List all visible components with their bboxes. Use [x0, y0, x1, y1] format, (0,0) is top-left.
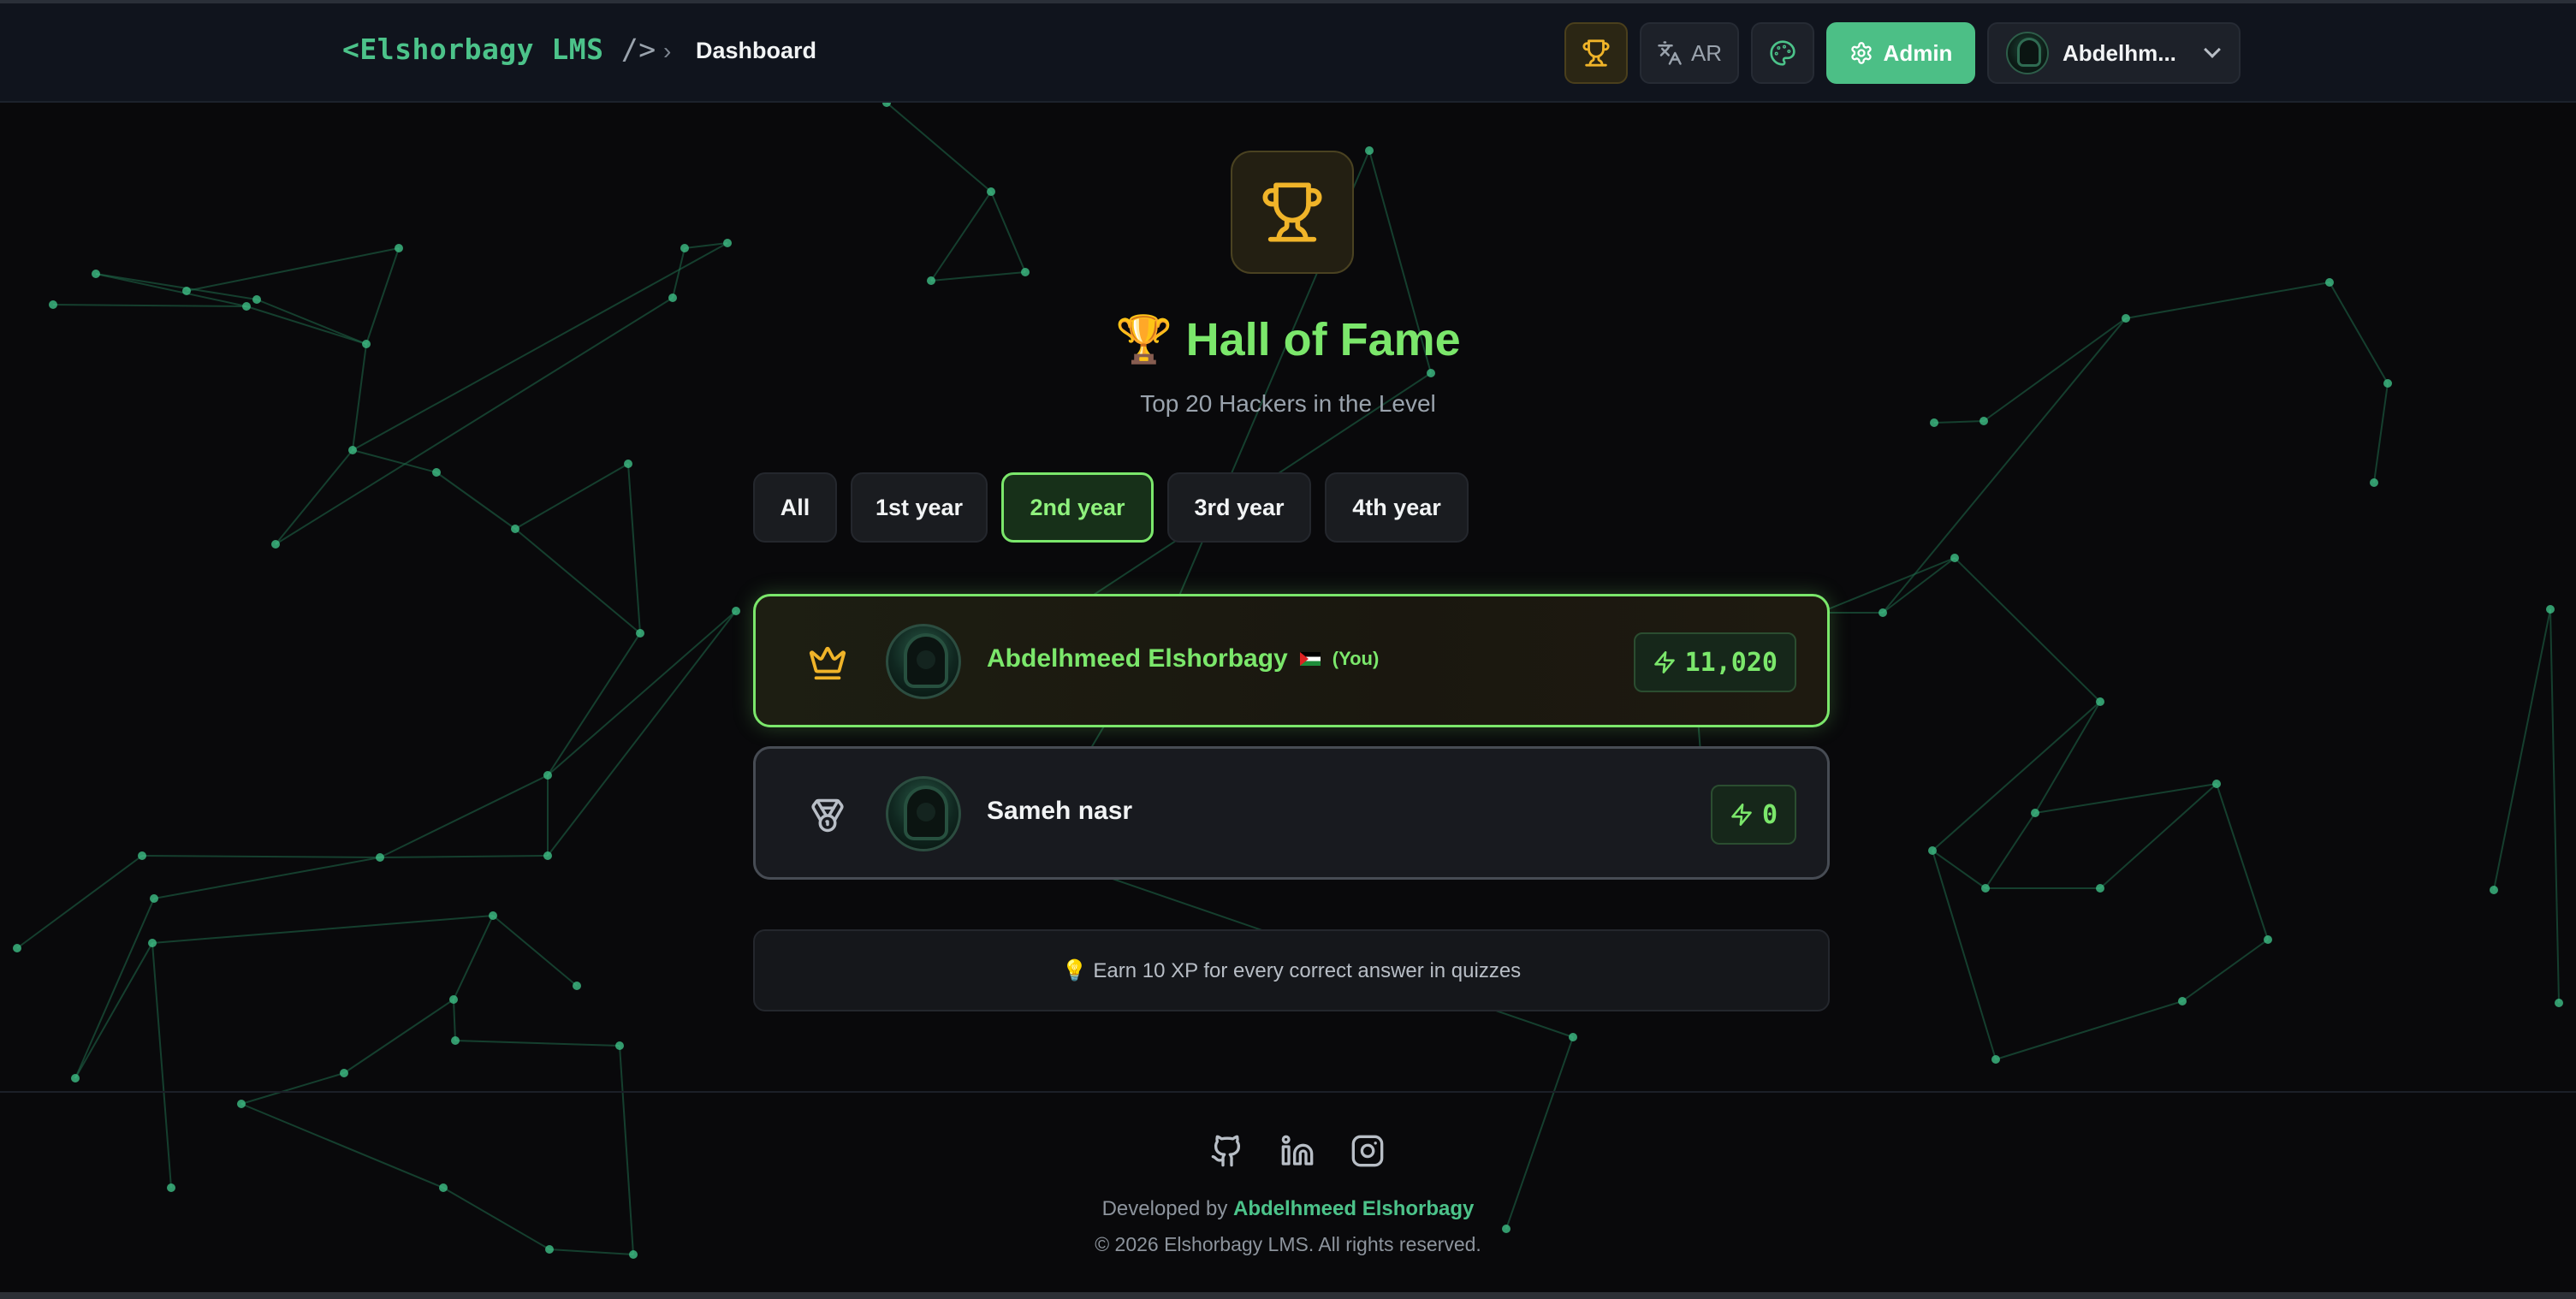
- lightning-icon: [1653, 651, 1675, 673]
- app-root: <Elshorbagy LMS /> › Dashboard AR Admin …: [0, 0, 2576, 1299]
- crown-icon: [804, 639, 852, 687]
- xp-value: 0: [1761, 799, 1778, 830]
- page-subtitle: Top 20 Hackers in the Level: [1140, 390, 1436, 417]
- year-filter-tabs: All 1st year 2nd year 3rd year 4th year: [753, 472, 1469, 543]
- theme-button[interactable]: [1751, 22, 1814, 84]
- player-name: Sameh nasr: [987, 797, 1133, 825]
- player-name-row: Abdelhmeed Elshorbagy (You): [987, 644, 1379, 673]
- user-name: Abdelhm...: [2063, 39, 2176, 66]
- top-navbar: <Elshorbagy LMS /> › Dashboard AR Admin …: [0, 0, 2576, 103]
- you-badge: (You): [1332, 648, 1380, 669]
- brand-close-tag: />: [603, 33, 656, 66]
- medal-icon: [804, 792, 852, 839]
- lightning-icon: [1731, 804, 1752, 826]
- leaderboard-button[interactable]: [1564, 22, 1628, 84]
- avatar: [886, 776, 961, 851]
- tab-1st-year[interactable]: 1st year: [851, 472, 988, 543]
- social-links: [1205, 1129, 1390, 1173]
- palette-icon: [1770, 40, 1795, 66]
- breadcrumb-separator: ›: [663, 38, 672, 64]
- window-top-strip: [0, 0, 2576, 3]
- xp-badge: 11,020: [1633, 632, 1796, 692]
- breadcrumb-current[interactable]: Dashboard: [696, 38, 816, 64]
- trophy-icon: [1262, 182, 1322, 242]
- avatar: [2006, 32, 2049, 74]
- xp-value: 11,020: [1684, 647, 1778, 678]
- developer-credit: Developed by Abdelhmeed Elshorbagy: [0, 1197, 2576, 1221]
- brand-name: <Elshorbagy LMS: [342, 33, 604, 66]
- hero-trophy-badge: [1231, 151, 1354, 274]
- developer-link[interactable]: Abdelhmeed Elshorbagy: [1233, 1197, 1474, 1220]
- avatar: [886, 624, 961, 699]
- leaderboard-row[interactable]: Abdelhmeed Elshorbagy (You) 11,020: [753, 594, 1830, 727]
- gear-icon: [1850, 42, 1872, 64]
- main-content: 🏆 Hall of Fame Top 20 Hackers in the Lev…: [0, 103, 2576, 1091]
- admin-label: Admin: [1883, 39, 1953, 66]
- tab-4th-year[interactable]: 4th year: [1325, 472, 1469, 543]
- tab-all[interactable]: All: [753, 472, 837, 543]
- language-toggle-button[interactable]: AR: [1640, 22, 1739, 84]
- window-bottom-strip: [0, 1292, 2576, 1299]
- page-title: 🏆 Hall of Fame: [1115, 314, 1461, 365]
- player-name: Abdelhmeed Elshorbagy: [987, 644, 1288, 673]
- xp-tip-banner: 💡 Earn 10 XP for every correct answer in…: [753, 929, 1830, 1011]
- tab-2nd-year[interactable]: 2nd year: [1001, 472, 1154, 543]
- language-label: AR: [1690, 39, 1723, 66]
- developer-prefix: Developed by: [1101, 1197, 1234, 1220]
- trophy-icon: [1582, 39, 1610, 67]
- admin-button[interactable]: Admin: [1826, 22, 1975, 84]
- footer: Developed by Abdelhmeed Elshorbagy © 202…: [0, 1091, 2576, 1299]
- copyright-text: © 2026 Elshorbagy LMS. All rights reserv…: [1095, 1233, 1481, 1255]
- xp-badge: 0: [1710, 785, 1796, 845]
- instagram-icon[interactable]: [1345, 1129, 1390, 1173]
- translate-icon: [1658, 41, 1682, 65]
- player-name-row: Sameh nasr: [987, 797, 1132, 826]
- tip-text: 💡 Earn 10 XP for every correct answer in…: [1061, 958, 1522, 982]
- brand-logo[interactable]: <Elshorbagy LMS />: [342, 33, 656, 66]
- chevron-down-icon: [2204, 41, 2221, 58]
- user-menu-button[interactable]: Abdelhm...: [1987, 22, 2241, 84]
- palestine-flag-icon: [1299, 652, 1321, 666]
- tab-3rd-year[interactable]: 3rd year: [1167, 472, 1311, 543]
- github-icon[interactable]: [1205, 1129, 1249, 1173]
- linkedin-icon[interactable]: [1275, 1129, 1320, 1173]
- leaderboard-row[interactable]: Sameh nasr 0: [753, 746, 1830, 880]
